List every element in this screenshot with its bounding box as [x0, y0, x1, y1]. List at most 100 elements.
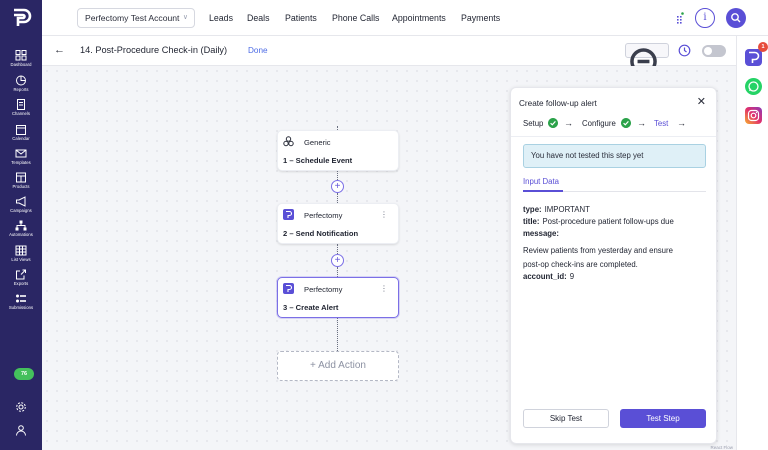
node-step-label: 2 – Send Notification [283, 229, 359, 238]
flow-node-schedule-event[interactable]: Generic 1 – Schedule Event [277, 130, 399, 171]
sidebar-item-submissions[interactable]: Submissions [0, 293, 42, 310]
arrow-right-icon: → [564, 118, 573, 128]
store-icon [16, 172, 26, 183]
step-setup[interactable]: Setup [523, 119, 543, 128]
apps-rail: 1 [736, 36, 768, 450]
panel-title: Create follow-up alert [519, 99, 597, 108]
field-account-id: account_id: 9 [523, 272, 574, 281]
instagram-app-button[interactable] [745, 107, 762, 124]
search-button[interactable] [726, 8, 746, 28]
nav-deals[interactable]: Deals [247, 13, 270, 23]
perfectomy-logo[interactable] [10, 7, 32, 29]
sidebar-item-label: Dashboard [10, 62, 32, 67]
more-vertical-icon[interactable]: ⋮ [380, 210, 388, 219]
calendar-icon [16, 125, 26, 135]
sidebar-item-campaigns[interactable]: Campaigns [0, 196, 42, 213]
export-icon [16, 269, 26, 280]
flow-edge [337, 193, 338, 203]
zoom-controls [625, 43, 669, 170]
flow-node-send-notification[interactable]: Perfectomy ⋮ 2 – Send Notification [277, 203, 399, 244]
add-step-button[interactable]: + [331, 254, 344, 267]
nav-patients[interactable]: Patients [285, 13, 317, 23]
notification-badge: 1 [758, 42, 768, 52]
chevron-down-icon: ∨ [182, 14, 188, 21]
flow-title[interactable]: 14. Post-Procedure Check-in (Daily) [80, 45, 227, 55]
step-configure[interactable]: Configure [582, 119, 616, 128]
mail-icon [15, 149, 27, 158]
nav-payments[interactable]: Payments [461, 13, 500, 23]
sidebar-item-reports[interactable]: Reports [0, 75, 42, 92]
flow-edge [337, 171, 338, 180]
sidebar-item-label: Automations [9, 232, 33, 237]
flow-active-toggle[interactable] [702, 45, 726, 57]
account-select-value: Perfectomy Test Account [85, 13, 180, 23]
gear-icon[interactable] [15, 401, 27, 413]
sidebar-item-exports[interactable]: Exports [0, 269, 42, 286]
field-key: title: [523, 217, 540, 226]
flow-edge [337, 318, 338, 351]
instagram-icon [747, 109, 760, 122]
sitemap-icon [15, 220, 27, 231]
node-step-label: 1 – Schedule Event [283, 156, 353, 165]
whatsapp-icon [748, 81, 759, 92]
skip-test-button[interactable]: Skip Test [523, 409, 609, 428]
sidebar-item-calendar[interactable]: Calendar [0, 124, 42, 141]
sidebar-item-channels[interactable]: Channels [0, 99, 42, 116]
sidebar-item-label: Calendar [12, 136, 30, 141]
clock-icon[interactable] [678, 44, 691, 57]
nav-leads[interactable]: Leads [209, 13, 233, 23]
step-test[interactable]: Test [654, 119, 668, 128]
sidebar: Dashboard Reports Channels Calendar Temp… [0, 0, 42, 450]
whatsapp-app-button[interactable] [745, 78, 762, 95]
sidebar-item-label: Channels [11, 111, 31, 116]
nav-appointments[interactable]: Appointments [392, 13, 446, 23]
notification-badge[interactable]: 76 [14, 368, 34, 380]
megaphone-icon [16, 196, 26, 207]
field-message-value: Review patients from yesterday and ensur… [523, 246, 673, 255]
field-value: Post-procedure patient follow-ups due [542, 217, 674, 226]
sidebar-item-label: Reports [13, 87, 29, 92]
node-app-name: Perfectomy [304, 211, 343, 220]
sidebar-item-label: Campaigns [10, 208, 32, 213]
field-key: type: [523, 205, 542, 214]
perfectomy-logo-icon [749, 51, 760, 63]
plus-icon: + [310, 360, 319, 371]
back-arrow-icon[interactable]: ← [54, 44, 65, 56]
field-value: 9 [569, 272, 575, 281]
sidebar-item-label: Submissions [8, 305, 34, 310]
add-step-button[interactable]: + [331, 180, 344, 193]
account-select[interactable]: Perfectomy Test Account ∨ [77, 8, 195, 28]
react-flow-attribution[interactable]: React Flow [710, 445, 733, 450]
dotted-bars-icon[interactable] [675, 12, 685, 24]
user-icon[interactable] [15, 424, 27, 436]
add-action-button[interactable]: + Add Action [277, 351, 399, 381]
pie-chart-icon [16, 75, 26, 86]
flow-edge [337, 244, 338, 254]
close-icon[interactable]: ✕ [697, 95, 706, 108]
sidebar-item-automations[interactable]: Automations [0, 220, 42, 237]
check-circle-icon [621, 118, 631, 128]
check-circle-icon [548, 118, 558, 128]
done-button[interactable]: Done [248, 46, 268, 55]
more-vertical-icon[interactable]: ⋮ [380, 284, 388, 293]
perfectomy-app-button[interactable] [745, 49, 762, 66]
sidebar-item-templates[interactable]: Templates [0, 148, 42, 165]
untested-notice: You have not tested this step yet [523, 144, 706, 168]
perfectomy-app-icon [283, 283, 294, 294]
sidebar-item-products[interactable]: Products [0, 172, 42, 189]
tab-active-indicator [523, 190, 563, 192]
flow-node-create-alert[interactable]: Perfectomy ⋮ 3 – Create Alert [277, 277, 399, 318]
info-icon[interactable]: i [695, 8, 715, 28]
test-step-button[interactable]: Test Step [620, 409, 706, 428]
sidebar-item-dashboard[interactable]: Dashboard [0, 50, 42, 67]
field-message-value: post-op check-ins are completed. [523, 260, 638, 269]
sidebar-item-list-views[interactable]: List Views [0, 245, 42, 262]
step-panel: Create follow-up alert ✕ Setup → Configu… [510, 87, 717, 444]
field-title: title: Post-procedure patient follow-ups … [523, 217, 674, 226]
divider [511, 136, 716, 137]
sidebar-item-label: Products [12, 184, 30, 189]
nav-phone-calls[interactable]: Phone Calls [332, 13, 379, 23]
tab-input-data[interactable]: Input Data [523, 177, 559, 186]
grid-icon [15, 50, 27, 61]
document-icon [17, 99, 25, 110]
